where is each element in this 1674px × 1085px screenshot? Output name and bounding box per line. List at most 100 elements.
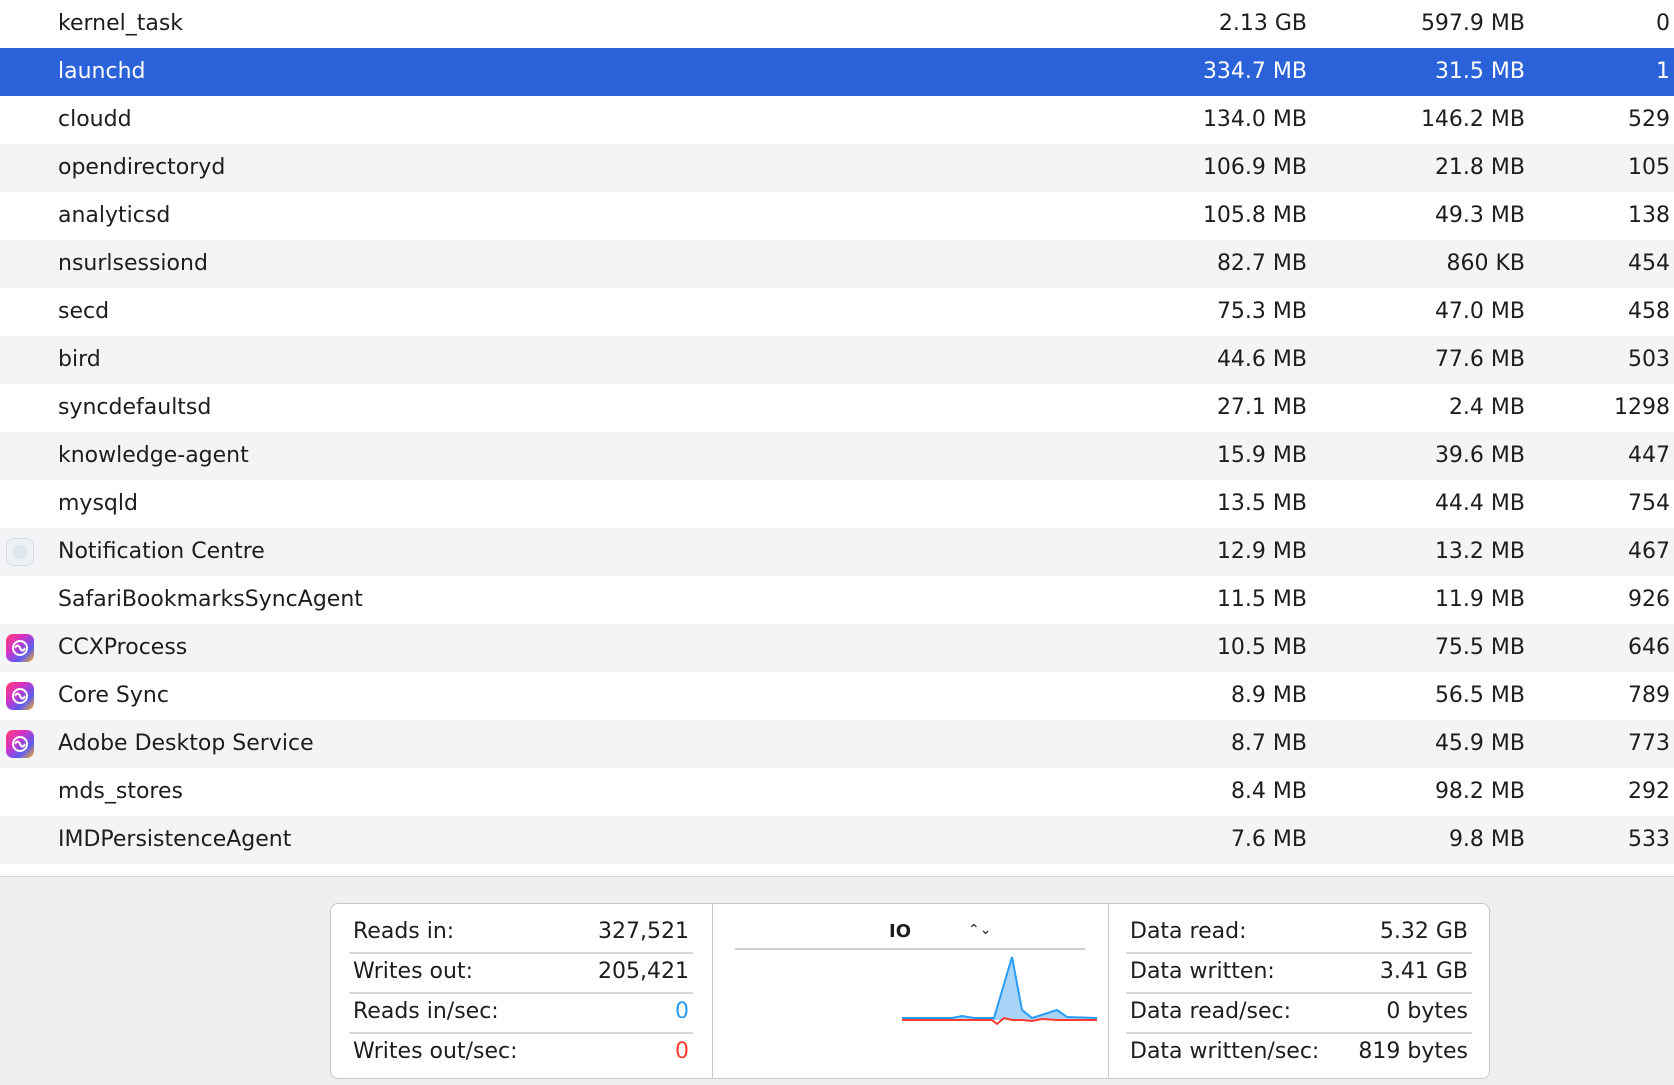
process-name: launchd	[58, 59, 146, 84]
process-icon-cell	[6, 58, 34, 86]
process-name: secd	[58, 299, 110, 324]
process-icon-cell	[6, 250, 34, 278]
io-activity-graph	[902, 956, 1098, 1026]
process-compressed-memory: 597.9 MB	[1420, 11, 1525, 36]
process-compressed-memory: 45.9 MB	[1434, 731, 1525, 756]
data-read-stat: Data read: 5.32 GB	[1126, 912, 1472, 954]
process-icon-cell	[6, 10, 34, 38]
process-memory: 11.5 MB	[1216, 587, 1307, 612]
process-name: nsurlsessiond	[58, 251, 208, 276]
process-name: kernel_task	[58, 11, 184, 36]
data-read-sec-label: Data read/sec:	[1130, 999, 1291, 1024]
process-name: Adobe Desktop Service	[58, 731, 314, 756]
process-memory: 8.7 MB	[1230, 731, 1307, 756]
process-compressed-memory: 21.8 MB	[1434, 155, 1525, 180]
process-row[interactable]: bird 44.6 MB 77.6 MB 503	[0, 336, 1674, 384]
process-pid: 1298	[1614, 395, 1670, 420]
process-icon-cell	[6, 730, 34, 758]
process-row[interactable]: SafariBookmarksSyncAgent 11.5 MB 11.9 MB 92…	[0, 576, 1674, 624]
process-icon-cell	[6, 682, 34, 710]
process-pid: 105	[1628, 155, 1670, 180]
process-row[interactable]: secd 75.3 MB 47.0 MB 458	[0, 288, 1674, 336]
process-row[interactable]: launchd 334.7 MB 31.5 MB 1	[0, 48, 1674, 96]
data-read-value: 5.32 GB	[1379, 919, 1468, 944]
process-compressed-memory: 13.2 MB	[1434, 539, 1525, 564]
process-memory: 82.7 MB	[1216, 251, 1307, 276]
reads-in-sec-stat: Reads in/sec: 0	[349, 992, 693, 1034]
data-written-sec-label: Data written/sec:	[1130, 1039, 1320, 1064]
notification-centre-icon	[6, 538, 34, 566]
process-pid: 292	[1628, 779, 1670, 804]
process-row[interactable]: opendirectoryd 106.9 MB 21.8 MB 105	[0, 144, 1674, 192]
process-row[interactable]: syncdefaultsd 27.1 MB 2.4 MB 1298	[0, 384, 1674, 432]
reads-in-stat: Reads in: 327,521	[349, 912, 693, 954]
process-row[interactable]: knowledge-agent 15.9 MB 39.6 MB 447	[0, 432, 1674, 480]
process-icon-cell	[6, 826, 34, 854]
process-compressed-memory: 39.6 MB	[1434, 443, 1525, 468]
process-pid: 138	[1628, 203, 1670, 228]
process-icon-cell	[6, 442, 34, 470]
io-counts-section: Reads in: 327,521 Writes out: 205,421 Re…	[331, 904, 713, 1078]
process-row[interactable]: cloudd 134.0 MB 146.2 MB 529	[0, 96, 1674, 144]
writes-out-sec-stat: Writes out/sec: 0	[349, 1032, 693, 1072]
process-memory: 134.0 MB	[1202, 107, 1307, 132]
process-compressed-memory: 11.9 MB	[1434, 587, 1525, 612]
process-row[interactable]: mds_stores 8.4 MB 98.2 MB 292	[0, 768, 1674, 816]
process-memory: 8.9 MB	[1230, 683, 1307, 708]
data-written-stat: Data written: 3.41 GB	[1126, 952, 1472, 994]
process-row[interactable]: analyticsd 105.8 MB 49.3 MB 138	[0, 192, 1674, 240]
process-pid: 458	[1628, 299, 1670, 324]
process-memory: 75.3 MB	[1216, 299, 1307, 324]
process-icon-cell	[6, 490, 34, 518]
process-row[interactable]: IMDPersistenceAgent 7.6 MB 9.8 MB 533	[0, 816, 1674, 864]
process-pid: 1	[1656, 59, 1670, 84]
process-name: opendirectoryd	[58, 155, 226, 180]
process-compressed-memory: 56.5 MB	[1434, 683, 1525, 708]
process-icon-cell	[6, 154, 34, 182]
process-row[interactable]: nsurlsessiond 82.7 MB 860 KB 454	[0, 240, 1674, 288]
process-compressed-memory: 860 KB	[1446, 251, 1525, 276]
process-compressed-memory: 146.2 MB	[1420, 107, 1525, 132]
process-memory: 13.5 MB	[1216, 491, 1307, 516]
process-compressed-memory: 75.5 MB	[1434, 635, 1525, 660]
process-icon-cell	[6, 394, 34, 422]
process-compressed-memory: 47.0 MB	[1434, 299, 1525, 324]
process-icon-cell	[6, 298, 34, 326]
reads-in-value: 327,521	[598, 919, 689, 944]
process-row[interactable]: Adobe Desktop Service 8.7 MB 45.9 MB 773	[0, 720, 1674, 768]
process-memory: 12.9 MB	[1216, 539, 1307, 564]
process-row[interactable]: kernel_task 2.13 GB 597.9 MB 0	[0, 0, 1674, 48]
process-memory: 106.9 MB	[1202, 155, 1307, 180]
data-written-sec-value: 819 bytes	[1358, 1039, 1468, 1064]
process-row[interactable]: Core Sync 8.9 MB 56.5 MB 789	[0, 672, 1674, 720]
process-row[interactable]: Notification Centre 12.9 MB 13.2 MB 467	[0, 528, 1674, 576]
reads-in-label: Reads in:	[353, 919, 455, 944]
process-icon-cell	[6, 634, 34, 662]
process-name: Core Sync	[58, 683, 169, 708]
io-graph-section: IO ⌃⌄	[712, 904, 1109, 1078]
process-name: mds_stores	[58, 779, 183, 804]
data-written-sec-stat: Data written/sec: 819 bytes	[1126, 1032, 1472, 1072]
process-icon-cell	[6, 538, 34, 566]
process-compressed-memory: 9.8 MB	[1448, 827, 1525, 852]
data-written-label: Data written:	[1130, 959, 1275, 984]
process-name: Notification Centre	[58, 539, 265, 564]
process-icon-cell	[6, 106, 34, 134]
process-pid: 0	[1656, 11, 1670, 36]
process-memory: 105.8 MB	[1202, 203, 1307, 228]
process-pid: 773	[1628, 731, 1670, 756]
writes-out-stat: Writes out: 205,421	[349, 952, 693, 994]
process-row[interactable]: mysqld 13.5 MB 44.4 MB 754	[0, 480, 1674, 528]
data-read-sec-value: 0 bytes	[1386, 999, 1468, 1024]
process-memory: 15.9 MB	[1216, 443, 1307, 468]
process-name: cloudd	[58, 107, 132, 132]
process-memory: 2.13 GB	[1218, 11, 1307, 36]
process-memory: 7.6 MB	[1230, 827, 1307, 852]
read-activity-area	[902, 957, 1097, 1020]
process-row[interactable]: CCXProcess 10.5 MB 75.5 MB 646	[0, 624, 1674, 672]
process-memory: 10.5 MB	[1216, 635, 1307, 660]
data-volume-section: Data read: 5.32 GB Data written: 3.41 GB…	[1108, 904, 1489, 1078]
process-table: kernel_task 2.13 GB 597.9 MB 0 launchd 334.7 …	[0, 0, 1674, 864]
writes-out-label: Writes out:	[353, 959, 473, 984]
data-read-label: Data read:	[1130, 919, 1247, 944]
